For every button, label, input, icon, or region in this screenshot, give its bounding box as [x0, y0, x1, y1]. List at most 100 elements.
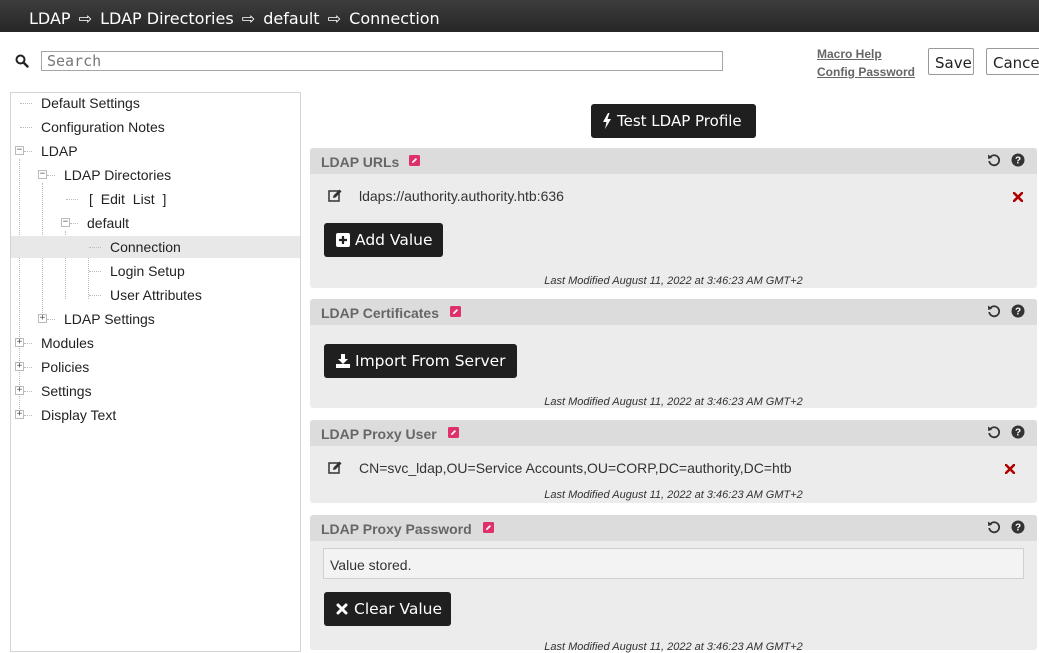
help-icon[interactable]: ?	[1011, 425, 1025, 439]
tree-item-label: Settings	[41, 383, 92, 399]
password-status-text: Value stored.	[330, 557, 412, 573]
tree-connector	[66, 199, 78, 200]
tree-connector	[89, 247, 101, 248]
tree-item-configuration-notes[interactable]: Configuration Notes	[11, 116, 300, 138]
tree-item-label: Policies	[41, 359, 90, 375]
tree-connector	[20, 127, 32, 128]
collapse-toggle-icon[interactable]: −	[61, 218, 70, 227]
panel-title: LDAP URLs	[321, 154, 400, 170]
tree-connector	[24, 391, 32, 392]
tree-connector	[24, 151, 32, 152]
reset-icon[interactable]	[987, 425, 1001, 439]
edit-setting-icon[interactable]	[483, 522, 494, 533]
collapse-toggle-icon[interactable]: −	[38, 170, 47, 179]
ldap-urls-panel: LDAP URLs ? ldaps://authority.authority.…	[310, 148, 1037, 288]
tree-connector	[47, 175, 55, 176]
expand-toggle-icon[interactable]: +	[15, 410, 24, 419]
expand-toggle-icon[interactable]: +	[15, 362, 24, 371]
edit-setting-icon[interactable]	[450, 306, 461, 317]
add-value-label: Add Value	[355, 231, 433, 249]
tree-item-display-text[interactable]: + Display Text	[11, 404, 300, 426]
breadcrumb-item-ldap[interactable]: LDAP	[29, 9, 71, 28]
breadcrumb-separator: ⇨	[241, 9, 256, 28]
reset-icon[interactable]	[987, 520, 1001, 534]
cancel-button[interactable]: Cancel	[986, 48, 1039, 75]
config-password-link[interactable]: Config Password	[817, 65, 915, 79]
tree-item-label: User Attributes	[110, 287, 202, 303]
tree-item-default-settings[interactable]: Default Settings	[11, 92, 300, 114]
macro-help-link[interactable]: Macro Help	[817, 47, 882, 61]
panel-title: LDAP Proxy User	[321, 426, 437, 442]
tree-item-label: default	[87, 215, 130, 231]
tree-connector	[24, 343, 32, 344]
clear-value-button[interactable]: Clear Value	[324, 592, 451, 626]
edit-setting-icon[interactable]	[409, 155, 420, 166]
breadcrumb-item-ldap-directories[interactable]: LDAP Directories	[100, 9, 234, 28]
import-from-server-button[interactable]: Import From Server	[324, 344, 517, 378]
tree-item-connection[interactable]: Connection	[11, 236, 300, 258]
password-status-box: Value stored.	[323, 548, 1024, 579]
ldap-proxy-password-panel: LDAP Proxy Password ? Value stored. Clea…	[310, 515, 1037, 653]
tree-item-login-setup[interactable]: Login Setup	[11, 260, 300, 282]
tree-connector	[89, 271, 101, 272]
tree-connector	[89, 295, 101, 296]
tree-item-label: Modules	[41, 335, 94, 351]
remove-value-icon[interactable]	[1013, 192, 1023, 202]
help-icon[interactable]: ?	[1011, 153, 1025, 167]
expand-toggle-icon[interactable]: +	[15, 386, 24, 395]
collapse-toggle-icon[interactable]: −	[15, 146, 24, 155]
panel-title: LDAP Proxy Password	[321, 521, 472, 537]
panel-header: LDAP Certificates ?	[310, 299, 1037, 325]
tree-connector	[47, 319, 55, 320]
help-icon[interactable]: ?	[1011, 520, 1025, 534]
tree-item-label: Display Text	[41, 407, 117, 423]
close-icon	[336, 603, 348, 615]
last-modified-text: Last Modified August 11, 2022 at 3:46:23…	[544, 489, 803, 501]
ldap-proxy-user-panel: LDAP Proxy User ? CN=svc_ldap,OU=Service…	[310, 420, 1037, 503]
panel-header: LDAP Proxy Password ?	[310, 515, 1037, 541]
svg-text:?: ?	[1015, 307, 1021, 318]
tree-item-label: Connection	[110, 239, 181, 255]
proxy-user-value: CN=svc_ldap,OU=Service Accounts,OU=CORP,…	[359, 460, 792, 476]
last-modified-text: Last Modified August 11, 2022 at 3:46:23…	[544, 275, 803, 287]
tree-item-ldap[interactable]: − LDAP	[11, 140, 300, 162]
search-input[interactable]	[41, 51, 723, 71]
expand-toggle-icon[interactable]: +	[38, 314, 47, 323]
reset-icon[interactable]	[987, 304, 1001, 318]
edit-value-icon[interactable]	[328, 460, 343, 475]
tree-item-edit-list[interactable]: [ Edit List ]	[11, 188, 300, 210]
tree-item-label: Default Settings	[41, 95, 140, 111]
svg-text:?: ?	[1015, 523, 1021, 534]
tree-item-label: LDAP	[41, 143, 78, 159]
plus-square-icon	[336, 233, 350, 247]
svg-text:?: ?	[1015, 156, 1021, 167]
help-icon[interactable]: ?	[1011, 304, 1025, 318]
ldap-certificates-panel: LDAP Certificates ? Import From Server L…	[310, 299, 1037, 408]
tree-item-policies[interactable]: + Policies	[11, 356, 300, 378]
add-value-button[interactable]: Add Value	[324, 223, 443, 257]
panel-title: LDAP Certificates	[321, 305, 440, 321]
tree-item-modules[interactable]: + Modules	[11, 332, 300, 354]
expand-toggle-icon[interactable]: +	[15, 338, 24, 347]
ldap-url-value: ldaps://authority.authority.htb:636	[359, 188, 564, 204]
navigation-tree: Default Settings Configuration Notes − L…	[10, 92, 301, 652]
edit-setting-icon[interactable]	[448, 427, 459, 438]
breadcrumb-separator: ⇨	[78, 9, 93, 28]
tree-item-settings[interactable]: + Settings	[11, 380, 300, 402]
tree-item-label: Configuration Notes	[41, 119, 165, 135]
edit-value-icon[interactable]	[328, 188, 343, 203]
download-icon	[336, 354, 350, 368]
breadcrumb-item-default[interactable]: default	[263, 9, 319, 28]
last-modified-text: Last Modified August 11, 2022 at 3:46:23…	[544, 641, 803, 653]
tree-item-ldap-directories[interactable]: − LDAP Directories	[11, 164, 300, 186]
tree-item-default[interactable]: − default	[11, 212, 300, 234]
import-from-server-label: Import From Server	[355, 352, 506, 370]
save-button[interactable]: Save	[928, 48, 974, 75]
remove-value-icon[interactable]	[1005, 464, 1015, 474]
tree-item-ldap-settings[interactable]: + LDAP Settings	[11, 308, 300, 330]
test-ldap-profile-button[interactable]: Test LDAP Profile	[591, 104, 756, 138]
reset-icon[interactable]	[987, 153, 1001, 167]
tree-item-user-attributes[interactable]: User Attributes	[11, 284, 300, 306]
tree-item-label: LDAP Directories	[64, 167, 172, 183]
breadcrumb-item-connection: Connection	[349, 9, 440, 28]
